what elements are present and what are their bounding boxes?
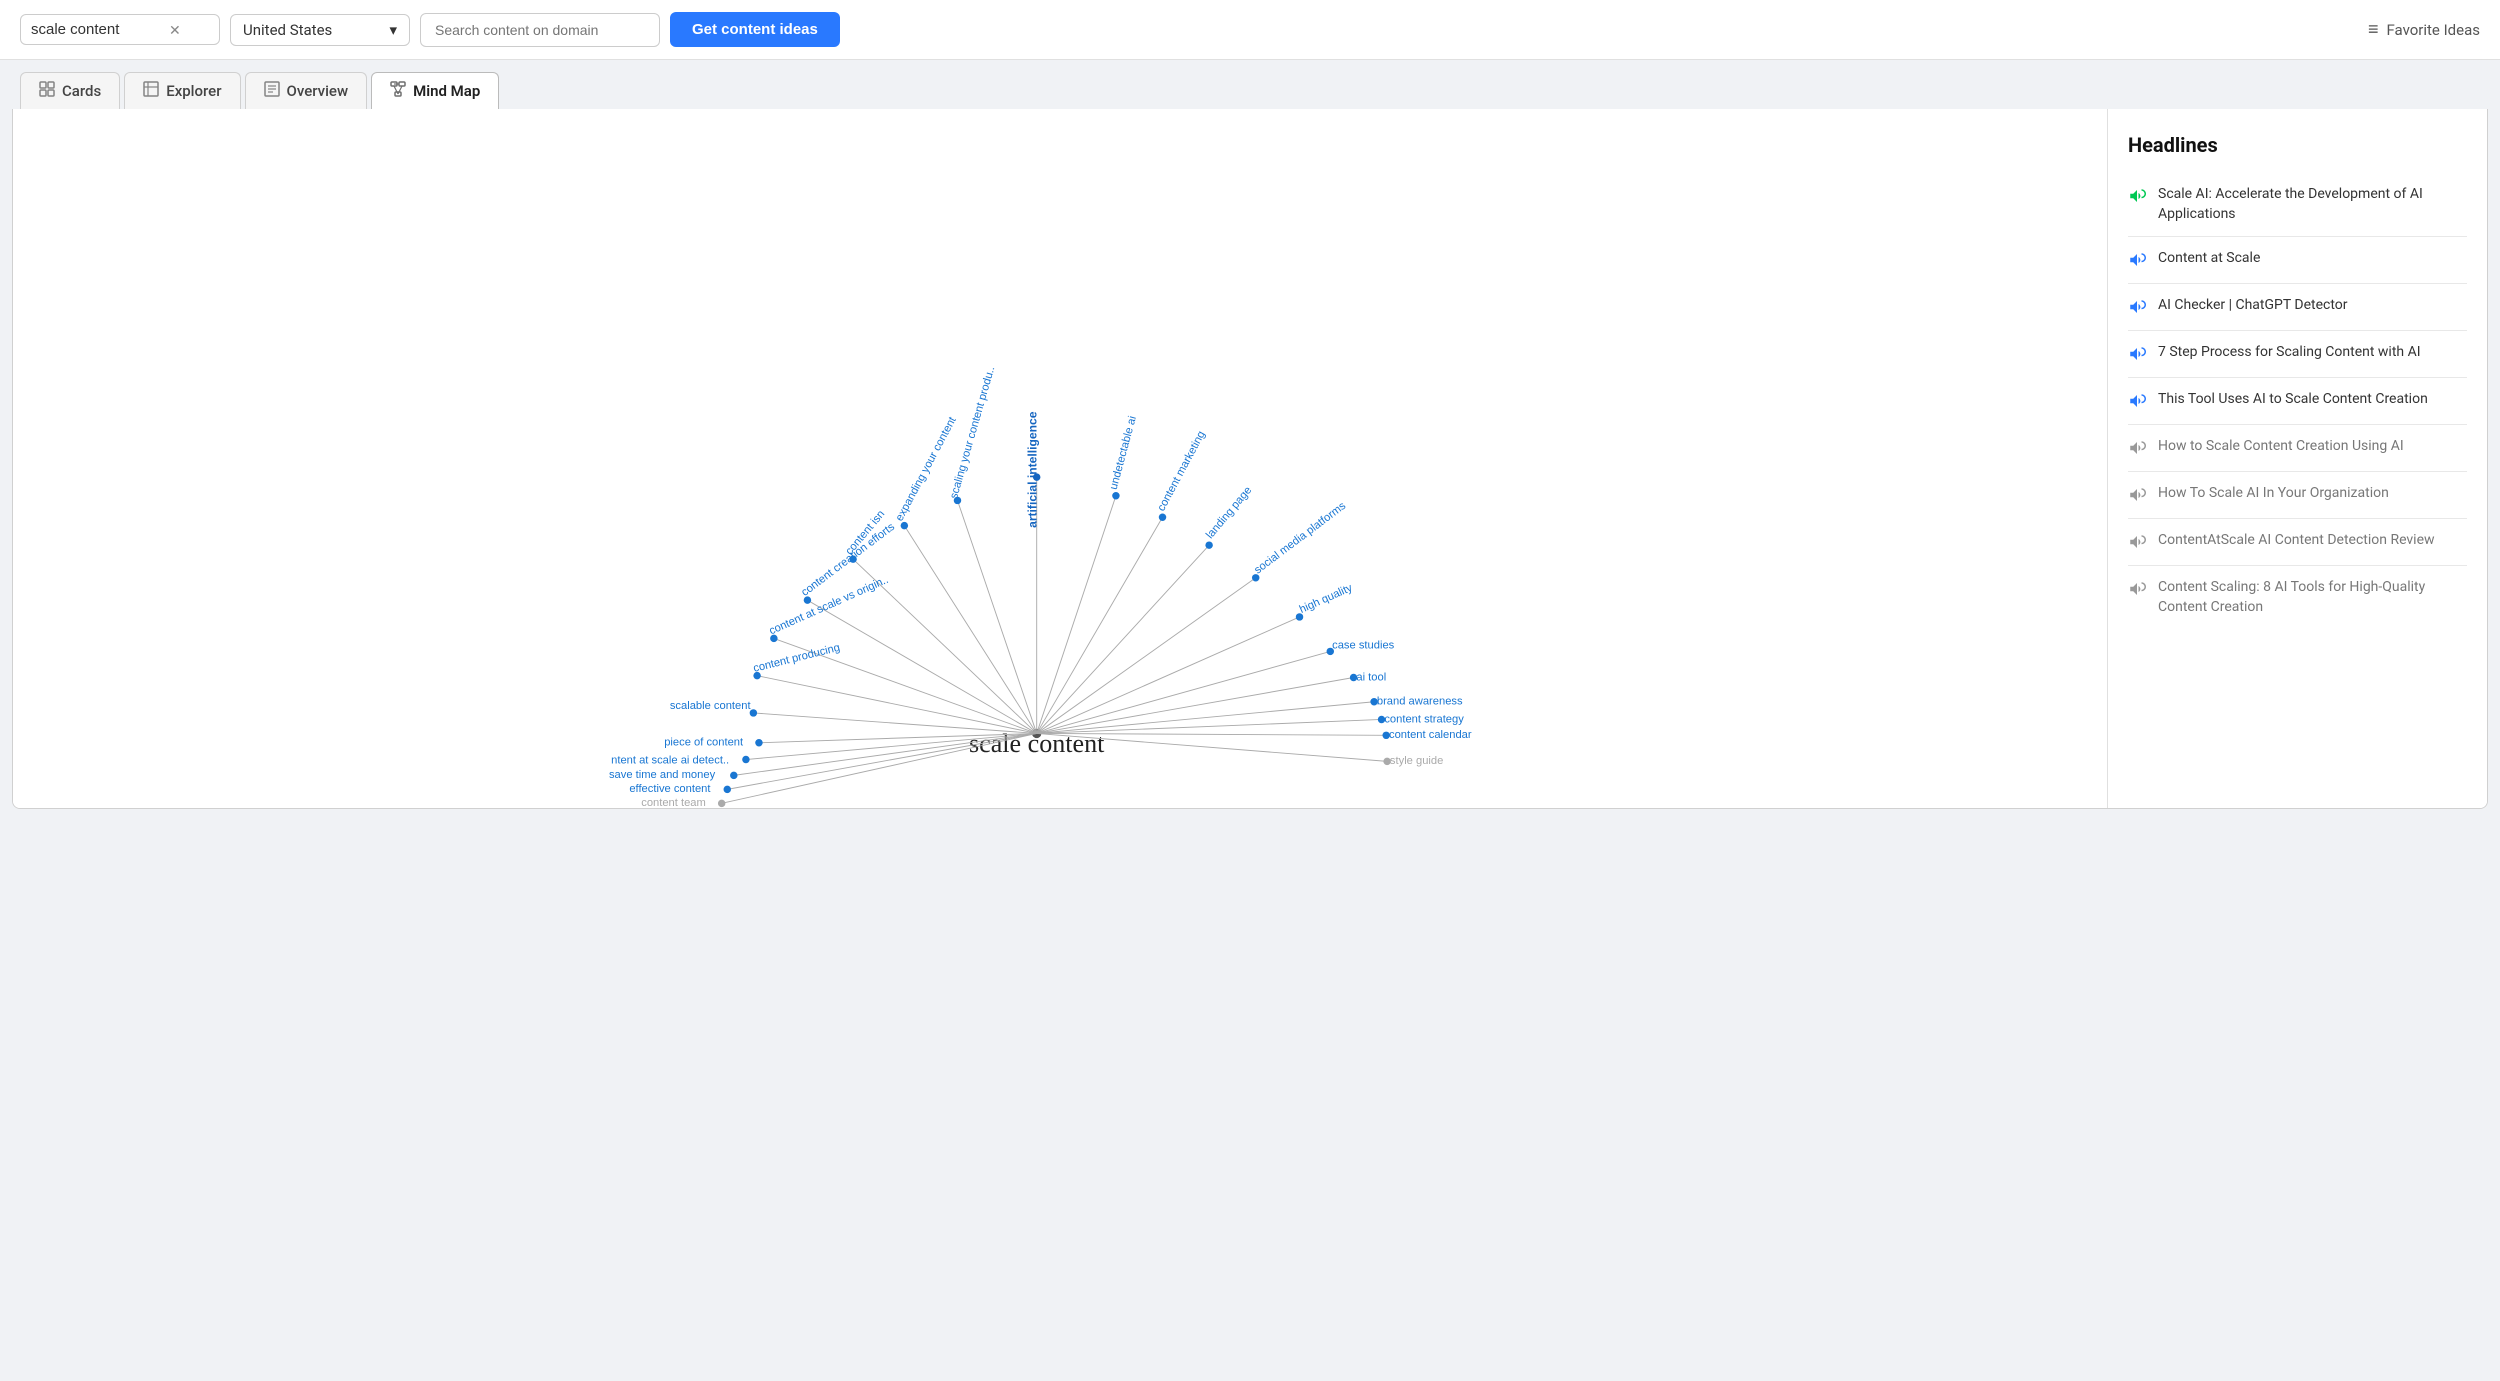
svg-text:content calendar: content calendar	[1389, 729, 1472, 741]
svg-text:ai tool: ai tool	[1356, 671, 1386, 683]
explorer-icon	[143, 81, 159, 101]
country-selector[interactable]: United States ▾	[230, 14, 410, 46]
headlines-title: Headlines	[2128, 133, 2467, 157]
svg-text:social media platforms: social media platforms	[1252, 500, 1348, 577]
tab-overview-label: Overview	[287, 82, 349, 100]
tab-overview[interactable]: Overview	[245, 72, 368, 109]
cards-icon	[39, 81, 55, 101]
headline-item[interactable]: 7 Step Process for Scaling Content with …	[2128, 331, 2467, 378]
headline-item[interactable]: Scale AI: Accelerate the Development of …	[2128, 173, 2467, 237]
megaphone-icon	[2128, 187, 2148, 207]
search-input[interactable]	[31, 21, 161, 38]
headline-text: 7 Step Process for Scaling Content with …	[2158, 343, 2421, 363]
clear-search-button[interactable]: ✕	[169, 23, 181, 37]
headline-item[interactable]: How To Scale AI In Your Organization	[2128, 472, 2467, 519]
favorite-ideas-button[interactable]: ≡ Favorite Ideas	[2368, 19, 2480, 40]
svg-text:brand awareness: brand awareness	[1377, 696, 1463, 708]
headline-text: How To Scale AI In Your Organization	[2158, 484, 2389, 504]
tab-explorer-label: Explorer	[166, 82, 221, 100]
tab-mindmap-label: Mind Map	[413, 82, 480, 100]
overview-icon	[264, 81, 280, 101]
headline-text: This Tool Uses AI to Scale Content Creat…	[2158, 390, 2428, 410]
svg-text:case studies: case studies	[1332, 640, 1395, 652]
megaphone-icon	[2128, 298, 2148, 318]
headline-item[interactable]: Content at Scale	[2128, 237, 2467, 284]
tab-cards[interactable]: Cards	[20, 72, 120, 109]
svg-text:content strategy: content strategy	[1384, 713, 1464, 725]
headlines-sidebar: Headlines Scale AI: Accelerate the Devel…	[2107, 109, 2487, 808]
svg-text:save time and money: save time and money	[609, 769, 716, 781]
svg-text:piece of content: piece of content	[664, 737, 744, 749]
headline-text: How to Scale Content Creation Using AI	[2158, 437, 2404, 457]
megaphone-icon	[2128, 580, 2148, 600]
mindmap-area[interactable]: scale content artificial intelligence sc…	[13, 109, 2107, 808]
svg-text:ntent at scale ai detect..: ntent at scale ai detect..	[611, 754, 729, 766]
svg-text:content team: content team	[641, 797, 706, 808]
list-icon: ≡	[2368, 19, 2379, 40]
megaphone-icon	[2128, 392, 2148, 412]
svg-text:high quality: high quality	[1298, 582, 1355, 616]
megaphone-icon	[2128, 345, 2148, 365]
headline-item[interactable]: AI Checker | ChatGPT Detector	[2128, 284, 2467, 331]
svg-text:content at scale vs origin..: content at scale vs origin..	[767, 574, 890, 638]
headline-item[interactable]: How to Scale Content Creation Using AI	[2128, 425, 2467, 472]
megaphone-icon	[2128, 533, 2148, 553]
get-ideas-button[interactable]: Get content ideas	[670, 12, 840, 47]
domain-search-input[interactable]	[420, 13, 660, 47]
headline-text: Scale AI: Accelerate the Development of …	[2158, 185, 2467, 224]
chevron-down-icon: ▾	[389, 21, 397, 39]
svg-text:content marketing: content marketing	[1155, 429, 1207, 513]
headline-text: ContentAtScale AI Content Detection Revi…	[2158, 531, 2435, 551]
main-content: scale content artificial intelligence sc…	[12, 109, 2488, 809]
mindmap-svg: scale content artificial intelligence sc…	[13, 109, 2107, 808]
svg-text:scaling your content produ..: scaling your content produ..	[948, 365, 997, 500]
headline-text: AI Checker | ChatGPT Detector	[2158, 296, 2348, 316]
tab-cards-label: Cards	[62, 82, 101, 100]
header: ✕ United States ▾ Get content ideas ≡ Fa…	[0, 0, 2500, 60]
svg-text:effective content: effective content	[629, 783, 711, 795]
headline-text: Content at Scale	[2158, 249, 2260, 269]
megaphone-icon	[2128, 439, 2148, 459]
headline-text: Content Scaling: 8 AI Tools for High-Qua…	[2158, 578, 2467, 617]
headlines-list: Scale AI: Accelerate the Development of …	[2128, 173, 2467, 629]
svg-text:artificial intelligence: artificial intelligence	[1026, 411, 1040, 528]
svg-text:style guide: style guide	[1390, 755, 1443, 767]
country-label: United States	[243, 21, 332, 39]
headline-item[interactable]: Content Scaling: 8 AI Tools for High-Qua…	[2128, 566, 2467, 629]
headline-item[interactable]: This Tool Uses AI to Scale Content Creat…	[2128, 378, 2467, 425]
megaphone-icon	[2128, 486, 2148, 506]
search-box: ✕	[20, 14, 220, 45]
tab-mindmap[interactable]: Mind Map	[371, 72, 499, 109]
tabs-bar: Cards Explorer Overview	[0, 60, 2500, 109]
svg-text:undetectable ai: undetectable ai	[1108, 415, 1139, 491]
headline-item[interactable]: ContentAtScale AI Content Detection Revi…	[2128, 519, 2467, 566]
tab-explorer[interactable]: Explorer	[124, 72, 240, 109]
mindmap-icon	[390, 81, 406, 101]
svg-text:expanding your content: expanding your content	[894, 414, 960, 523]
svg-text:scalable content: scalable content	[670, 700, 752, 712]
svg-text:landing page: landing page	[1204, 484, 1254, 541]
megaphone-icon	[2128, 251, 2148, 271]
